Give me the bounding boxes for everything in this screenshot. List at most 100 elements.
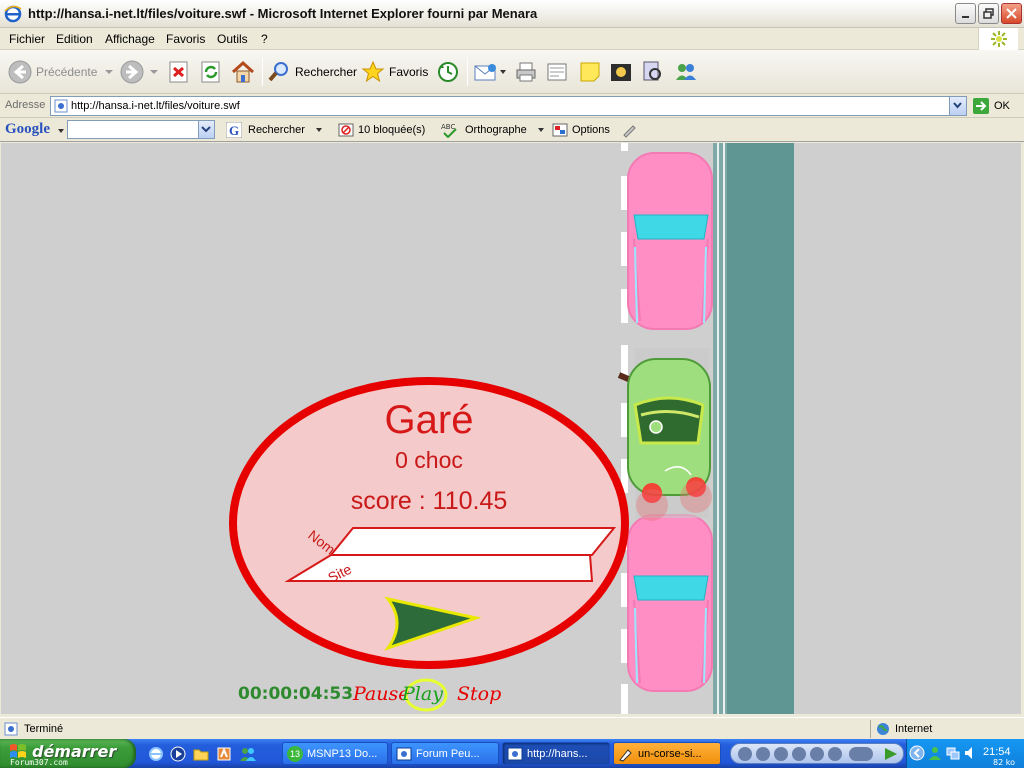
parking-game-canvas[interactable]: Garé 0 choc score : 110.45 Nom Site 00:0… (1, 143, 1021, 714)
sidewalk (727, 143, 794, 714)
svg-text:ABC: ABC (441, 123, 455, 131)
menu-bar: Fichier Edition Affichage Favoris Outils… (0, 28, 1024, 50)
paint-icon (619, 748, 632, 762)
start-button[interactable]: démarrer Forum307.com (0, 739, 136, 768)
search-icon (268, 62, 288, 82)
home-button[interactable] (230, 58, 256, 86)
msn-quicklaunch-icon[interactable] (239, 746, 257, 762)
dropdown-arrow-icon (500, 70, 506, 74)
mail-button[interactable] (473, 58, 507, 86)
favorites-button[interactable]: Favoris (361, 58, 428, 86)
window-title: http://hansa.i-net.lt/files/voiture.swf … (28, 6, 538, 21)
media-player-quicklaunch-icon[interactable] (170, 746, 186, 762)
stop-game-button[interactable]: Stop (457, 683, 501, 705)
close-icon (1006, 8, 1017, 19)
refresh-button[interactable] (200, 58, 222, 86)
browser-toolbar: Précédente Rechercher Favoris (0, 50, 1024, 94)
page-icon (54, 99, 68, 113)
research-icon (643, 61, 661, 81)
result-title: Garé (385, 398, 474, 442)
research-button[interactable] (640, 58, 664, 86)
stop-button[interactable] (168, 58, 190, 86)
app-quicklaunch-icon[interactable] (216, 746, 232, 762)
windows-flag-icon (978, 28, 1018, 50)
ie-quicklaunch-icon[interactable] (148, 746, 164, 762)
go-arrow-icon (973, 98, 989, 114)
history-button[interactable] (436, 58, 460, 86)
name-input[interactable] (328, 527, 617, 556)
media-mini-player (730, 743, 904, 764)
popup-blocker-button[interactable]: 10 bloquée(s) (338, 122, 425, 138)
menu-affichage[interactable]: Affichage (105, 32, 155, 46)
maximize-button[interactable] (978, 3, 999, 24)
highlight-button[interactable] (621, 122, 637, 138)
google-g-icon: G (226, 122, 242, 138)
chevron-down-icon (537, 128, 544, 132)
menu-favoris[interactable]: Favoris (166, 32, 205, 46)
dropdown-arrow-icon (150, 70, 158, 74)
go-button[interactable]: OK (972, 97, 1010, 115)
task-corse[interactable]: un-corse-si... (613, 742, 721, 765)
menu-outils[interactable]: Outils (217, 32, 248, 46)
msn-tray-icon[interactable] (927, 745, 943, 761)
chevron-down-icon (315, 128, 322, 132)
pause-button[interactable]: Pause (352, 683, 410, 705)
chevron-down-icon (58, 129, 64, 133)
media-controls-icon[interactable] (731, 744, 903, 764)
google-search-input[interactable] (67, 120, 215, 139)
edit-page-icon (547, 63, 567, 81)
forward-button[interactable] (120, 58, 160, 86)
printer-icon (516, 62, 536, 82)
address-dropdown[interactable] (949, 97, 966, 115)
search-button[interactable]: Rechercher (267, 58, 357, 86)
options-icon (552, 123, 568, 137)
google-options-button[interactable]: Options (552, 122, 610, 138)
task-game[interactable]: http://hans... (502, 742, 610, 765)
google-toolbar: Google G Rechercher 10 bloquée(s) ABC Or… (0, 118, 1024, 142)
network-speed: 82 ko (993, 758, 1015, 767)
google-search-button[interactable]: G Rechercher (226, 122, 323, 138)
history-icon (438, 62, 458, 82)
star-icon (361, 60, 385, 83)
minimize-icon (961, 15, 969, 18)
volume-tray-icon[interactable] (963, 745, 977, 761)
tray-back-icon[interactable] (909, 745, 925, 761)
messenger-button[interactable] (673, 58, 699, 86)
page-done-icon (4, 722, 18, 736)
menu-help[interactable]: ? (261, 32, 268, 46)
task-msn[interactable]: 13 MSNP13 Do... (282, 742, 388, 765)
folder-photo-icon (611, 64, 631, 81)
print-button[interactable] (514, 58, 538, 86)
spellcheck-button[interactable]: ABC Orthographe (441, 122, 545, 138)
task-forum[interactable]: Forum Peu... (391, 742, 499, 765)
minimize-button[interactable] (955, 3, 976, 24)
windows-taskbar: démarrer Forum307.com 13 MSNP13 Do... Fo… (0, 739, 1024, 768)
discuss-button[interactable] (578, 58, 602, 86)
score-text: score : 110.45 (351, 487, 508, 515)
edit-button[interactable] (545, 58, 569, 86)
messenger-folder-button[interactable] (609, 58, 633, 86)
address-url: http://hansa.i-net.lt/files/voiture.swf (71, 100, 240, 112)
back-button[interactable]: Précédente (8, 58, 115, 86)
menu-edition[interactable]: Edition (56, 32, 93, 46)
address-input[interactable]: http://hansa.i-net.lt/files/voiture.swf (50, 96, 967, 116)
forward-arrow-icon (120, 60, 144, 84)
stop-icon (169, 61, 188, 83)
window-titlebar[interactable]: http://hansa.i-net.lt/files/voiture.swf … (0, 0, 1024, 28)
status-bar: Terminé Internet (0, 717, 1024, 739)
menu-fichier[interactable]: Fichier (9, 32, 45, 46)
refresh-icon (201, 61, 220, 83)
google-logo[interactable]: Google (5, 121, 50, 138)
network-tray-icon[interactable] (945, 745, 961, 761)
status-zone: Internet (876, 722, 932, 736)
ie-window-icon (507, 747, 523, 760)
play-button[interactable]: Play (401, 683, 443, 705)
result-dialog: Garé 0 choc score : 110.45 Nom Site (229, 377, 629, 669)
folder-quicklaunch-icon[interactable] (193, 746, 209, 762)
system-tray: 21:54 82 ko (906, 739, 1024, 768)
close-button[interactable] (1001, 3, 1022, 24)
game-timer: 00:00:04:53 (238, 684, 353, 704)
ie-window-icon (396, 747, 412, 760)
flash-game-area[interactable]: Garé 0 choc score : 110.45 Nom Site 00:0… (1, 143, 1021, 714)
restore-icon (983, 8, 994, 19)
